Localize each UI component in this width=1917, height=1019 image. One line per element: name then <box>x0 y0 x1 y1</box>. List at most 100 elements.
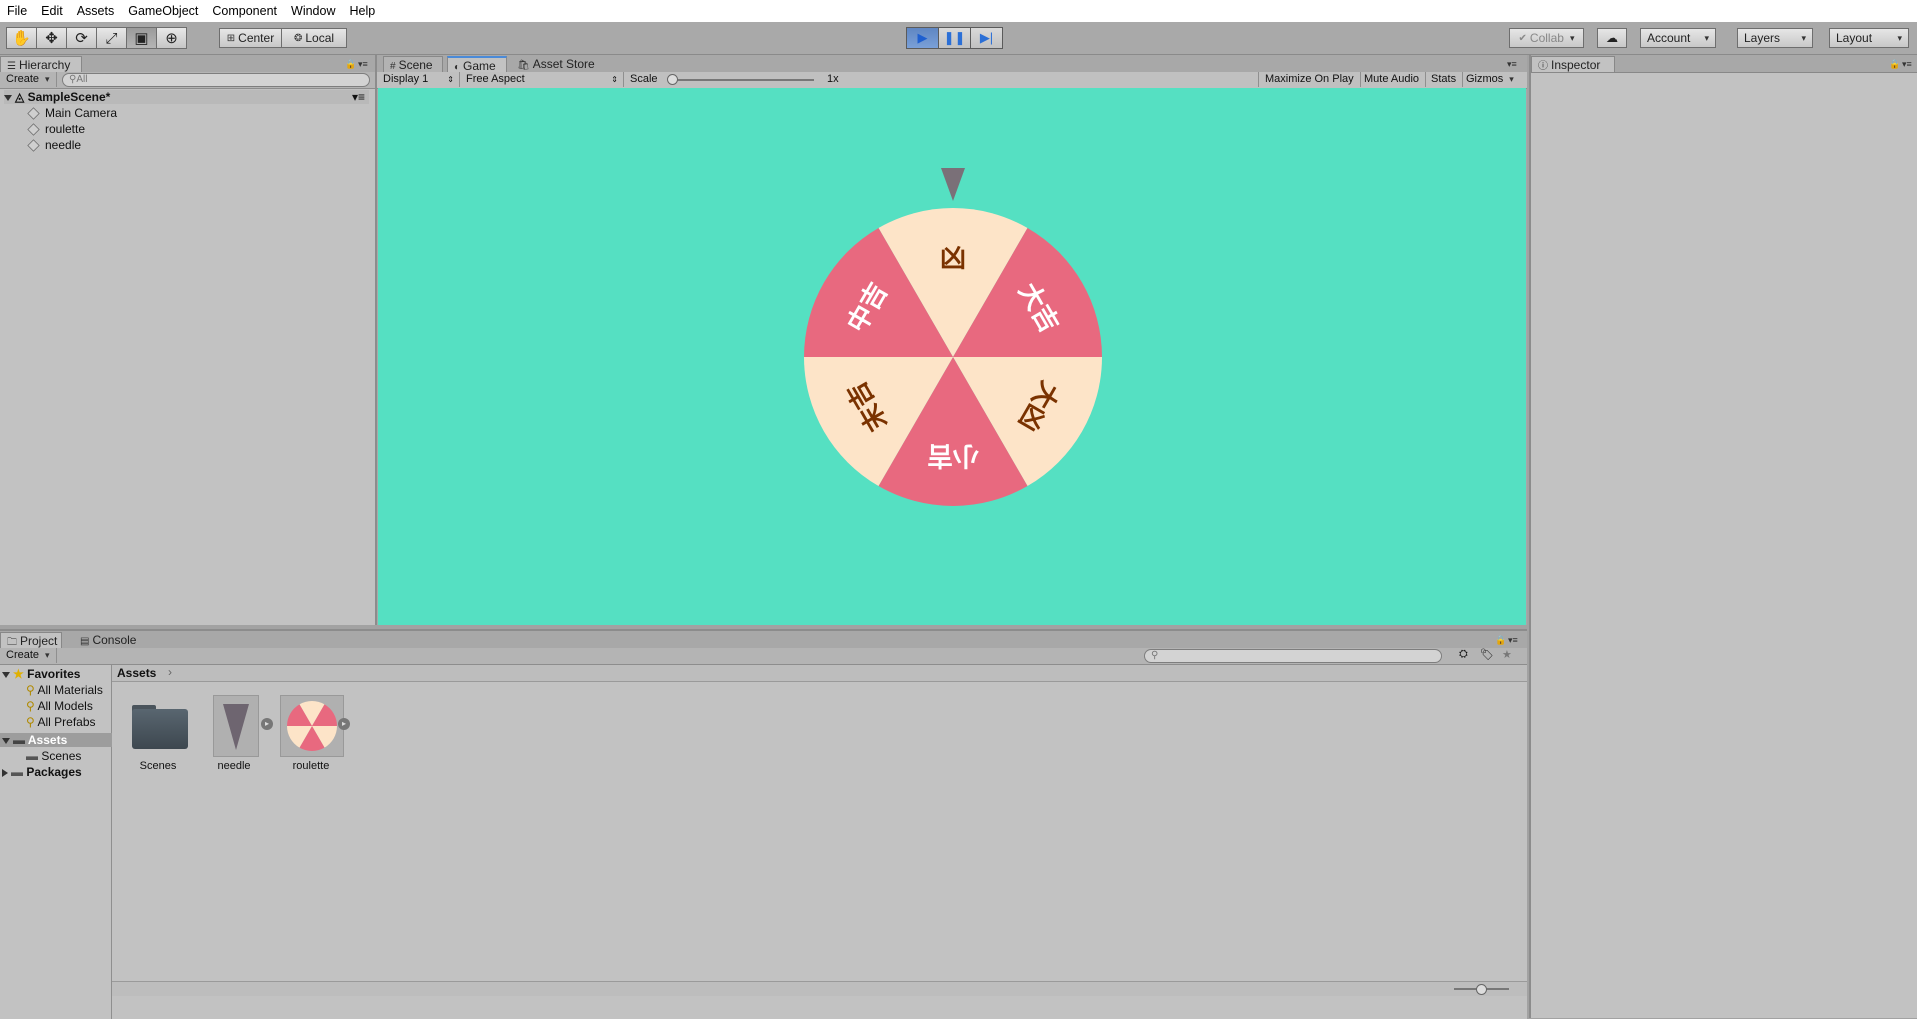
scene-menu-icon[interactable]: ▾≡ <box>352 90 365 104</box>
filter-type-icon[interactable]: ⛭ <box>1459 648 1468 661</box>
favorite-star-icon[interactable]: ★ <box>1502 648 1512 661</box>
tree-item-label: Scenes <box>41 749 82 763</box>
search-icon: ⚲ <box>26 683 35 697</box>
hierarchy-item-label: Main Camera <box>45 106 118 120</box>
toggle-maximize-on-play[interactable]: Maximize On Play <box>1258 72 1361 87</box>
search-icon: ⚲ <box>26 715 35 729</box>
asset-scenes-folder[interactable] <box>130 697 190 753</box>
tab-console[interactable]: ▤ Console <box>74 632 150 648</box>
inspector-tab-label: Inspector <box>1551 58 1601 72</box>
packages-row[interactable]: ▬ Packages <box>2 765 82 779</box>
asset-needle[interactable] <box>213 695 259 757</box>
hierarchy-item-roulette[interactable]: roulette <box>27 122 85 137</box>
aspect-dropdown[interactable]: Free Aspect ⇕ <box>460 72 624 87</box>
menu-edit[interactable]: Edit <box>34 0 70 22</box>
icon-size-slider-thumb[interactable] <box>1476 984 1487 995</box>
display-dropdown[interactable]: Display 1 ⇕ <box>377 72 460 87</box>
hand-tool-icon[interactable]: ✋ <box>6 27 37 49</box>
tab-hierarchy[interactable]: ☰ Hierarchy <box>0 56 82 72</box>
project-create-button[interactable]: Create <box>0 648 57 663</box>
scene-tab-label: Scene <box>398 58 433 72</box>
project-tree: ★ Favorites ⚲ All Materials ⚲ All Models… <box>0 665 112 1019</box>
pause-button[interactable]: ❚❚ <box>938 27 971 49</box>
favorite-label: All Materials <box>37 683 103 697</box>
hierarchy-create-button[interactable]: Create <box>0 72 57 87</box>
step-button[interactable]: ▶| <box>970 27 1003 49</box>
menu-file[interactable]: File <box>0 0 34 22</box>
hierarchy-subbar: Create ⚲All <box>0 72 375 89</box>
tab-game[interactable]: ◐ Game <box>447 56 507 73</box>
scale-slider-thumb[interactable] <box>667 74 678 85</box>
expand-sprite-icon[interactable]: ▸ <box>261 718 273 730</box>
info-icon: ⓘ <box>1538 61 1548 72</box>
needle-sprite <box>941 168 965 201</box>
rect-tool-icon[interactable]: ▣ <box>126 27 157 49</box>
folder-icon: ▬ <box>11 765 23 779</box>
expand-icon <box>2 737 10 744</box>
menu-window[interactable]: Window <box>284 0 342 22</box>
play-button[interactable]: ▶ <box>906 27 939 49</box>
hierarchy-item-needle[interactable]: needle <box>27 138 81 153</box>
gameobject-icon <box>27 107 40 121</box>
hierarchy-tabbar: ☰ Hierarchy 🔒 ▾≡ <box>0 55 375 73</box>
scene-row[interactable]: ◬ SampleScene* ▾≡ <box>4 90 369 104</box>
favorite-all-prefabs[interactable]: ⚲ All Prefabs <box>26 715 96 729</box>
lock-icon[interactable]: 🔒 <box>345 59 356 70</box>
pivot-local-button[interactable]: ❂ Local <box>281 28 347 48</box>
check-icon: ✔ <box>1518 32 1527 44</box>
assets-tree-row[interactable]: ▬ Assets <box>0 733 112 747</box>
game-tab-label: Game <box>463 59 496 73</box>
panel-menu-icon[interactable]: ▾≡ <box>1902 59 1912 70</box>
lock-icon[interactable]: 🔒 <box>1495 635 1506 646</box>
transform-tool-icon[interactable]: ⊕ <box>156 27 187 49</box>
hierarchy-item-main-camera[interactable]: Main Camera <box>27 106 118 121</box>
step-icon: ▶| <box>979 30 994 45</box>
asset-label-scenes: Scenes <box>139 760 177 772</box>
search-icon: ⚲ <box>1151 650 1159 661</box>
pivot-center-button[interactable]: ⊞ Center <box>219 28 282 48</box>
collab-label: Collab <box>1529 31 1564 45</box>
gizmos-dropdown[interactable]: Gizmos <box>1460 72 1520 87</box>
lock-icon[interactable]: 🔒 <box>1889 59 1900 70</box>
move-tool-icon[interactable]: ✥ <box>36 27 67 49</box>
toggle-mute-audio[interactable]: Mute Audio <box>1358 72 1427 87</box>
tab-inspector[interactable]: ⓘ Inspector <box>1531 56 1615 72</box>
rotate-tool-icon[interactable]: ⟳ <box>66 27 97 49</box>
menu-component[interactable]: Component <box>205 0 284 22</box>
panel-menu-icon[interactable]: ▾≡ <box>358 59 368 70</box>
star-icon: ★ <box>13 667 24 681</box>
panel-menu-icon[interactable]: ▾≡ <box>1508 635 1518 646</box>
menu-gameobject[interactable]: GameObject <box>121 0 205 22</box>
asset-roulette[interactable] <box>280 695 344 757</box>
expand-icon <box>4 94 12 101</box>
scale-slider-track[interactable] <box>672 79 814 81</box>
expand-icon <box>2 671 10 678</box>
favorite-all-materials[interactable]: ⚲ All Materials <box>26 683 103 697</box>
layers-dropdown[interactable]: Layers <box>1737 28 1813 48</box>
project-search-input[interactable]: ⚲ <box>1144 649 1442 663</box>
favorite-all-models[interactable]: ⚲ All Models <box>26 699 93 713</box>
tree-item-scenes[interactable]: ▬ Scenes <box>26 749 81 763</box>
tab-project[interactable]: 🗀 Project <box>0 632 62 648</box>
menu-assets[interactable]: Assets <box>70 0 122 22</box>
tab-scene[interactable]: # Scene <box>383 56 443 72</box>
favorites-row[interactable]: ★ Favorites <box>2 667 80 681</box>
game-view[interactable]: 凶 大吉 大凶 小吉 末吉 中吉 <box>378 88 1526 625</box>
collab-dropdown[interactable]: ✔ Collab <box>1509 28 1584 48</box>
gameobject-icon <box>27 123 40 137</box>
breadcrumb-assets[interactable]: Assets <box>117 666 156 680</box>
menu-help[interactable]: Help <box>342 0 382 22</box>
layout-dropdown[interactable]: Layout <box>1829 28 1909 48</box>
panel-menu-icon[interactable]: ▾≡ <box>1507 59 1517 70</box>
hierarchy-search-input[interactable]: ⚲All <box>62 73 370 87</box>
pivot-center-label: Center <box>238 31 275 45</box>
inspector-panel: ⓘ Inspector 🔒 ▾≡ <box>1529 55 1917 1018</box>
account-dropdown[interactable]: Account <box>1640 28 1716 48</box>
hierarchy-create-label: Create <box>6 73 40 85</box>
scale-tool-icon[interactable]: ⤢ <box>96 27 127 49</box>
cloud-button[interactable]: ☁ <box>1597 28 1627 48</box>
tab-asset-store[interactable]: 🛍 Asset Store <box>511 56 601 72</box>
expand-sprite-icon[interactable]: ▸ <box>338 718 350 730</box>
toggle-stats[interactable]: Stats <box>1425 72 1464 87</box>
filter-label-icon[interactable]: 🏷 <box>1480 648 1494 661</box>
